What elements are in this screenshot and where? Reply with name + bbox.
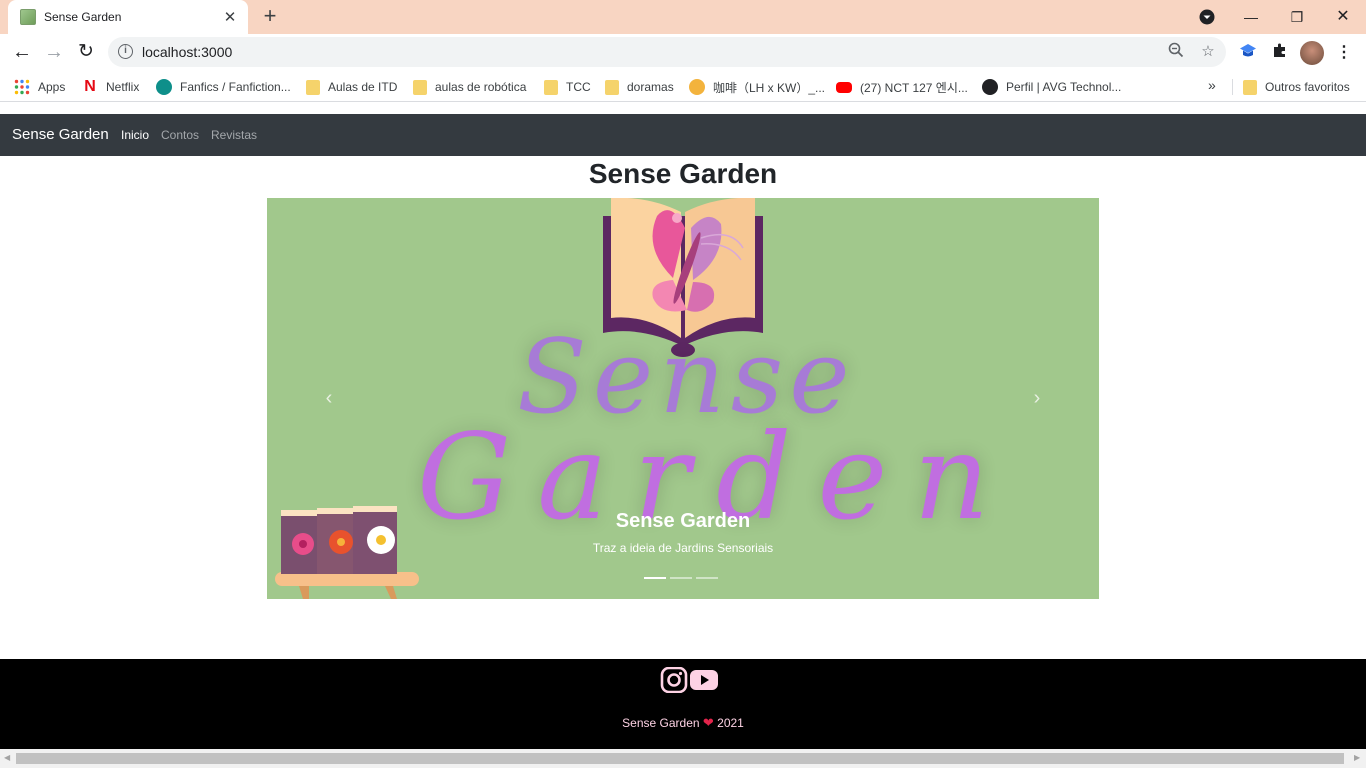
browser-menu-icon[interactable]: ⋮ bbox=[1333, 42, 1355, 64]
carousel-indicators bbox=[644, 577, 722, 581]
bookmark-label: Perfil | AVG Technol... bbox=[1006, 80, 1122, 94]
carousel-indicator-2[interactable] bbox=[670, 577, 692, 579]
bookmark-label: (27) NCT 127 엔시... bbox=[860, 80, 968, 95]
close-tab-icon[interactable]: ✕ bbox=[222, 8, 238, 26]
bookmark-label: Netflix bbox=[106, 80, 140, 94]
drop-icon bbox=[156, 79, 172, 95]
reload-button[interactable]: ↻ bbox=[72, 39, 100, 67]
minimize-button[interactable]: — bbox=[1238, 4, 1264, 30]
carousel-caption-text: Traz a ideia de Jardins Sensoriais bbox=[592, 541, 774, 555]
nav-link-inicio[interactable]: Inicio bbox=[121, 128, 149, 142]
bookmark-label: 咖啡（LH x KW）_... bbox=[713, 80, 826, 95]
bookmark-fanfic-story[interactable]: 咖啡（LH x KW）_... bbox=[689, 77, 825, 97]
bookmark-fanfics[interactable]: Fanfics / Fanfiction... bbox=[156, 77, 291, 97]
bookmark-folder-robotica[interactable]: aulas de robótica bbox=[413, 77, 526, 97]
bookmark-apps[interactable]: Apps bbox=[14, 77, 65, 97]
bookmarks-bar: Apps N Netflix Fanfics / Fanfiction... A… bbox=[0, 71, 1366, 102]
netflix-icon: N bbox=[82, 79, 98, 95]
browser-tab-strip: Sense Garden ✕ + — ❐ ✕ bbox=[0, 0, 1366, 34]
folder-icon bbox=[605, 79, 619, 95]
nav-link-revistas[interactable]: Revistas bbox=[211, 128, 257, 142]
bookmark-label: Apps bbox=[38, 80, 66, 94]
page-title: Sense Garden bbox=[588, 158, 778, 189]
bookmark-label: doramas bbox=[627, 80, 674, 94]
navbar-brand[interactable]: Sense Garden bbox=[12, 126, 109, 143]
folder-icon bbox=[1243, 79, 1257, 95]
url-text: localhost:3000 bbox=[142, 44, 233, 60]
footer-brand-text: Sense Garden bbox=[622, 716, 700, 730]
bookmark-youtube[interactable]: (27) NCT 127 엔시... bbox=[836, 77, 968, 97]
folder-icon bbox=[413, 79, 427, 95]
bookmark-folder-tcc[interactable]: TCC bbox=[544, 77, 591, 97]
instagram-icon[interactable] bbox=[660, 666, 688, 694]
apps-grid-icon bbox=[14, 79, 30, 95]
carousel-indicator-3[interactable] bbox=[696, 577, 718, 579]
new-tab-button[interactable]: + bbox=[258, 5, 282, 29]
bookmark-label: Aulas de ITD bbox=[328, 80, 398, 94]
scroll-right-icon[interactable]: ▶ bbox=[1354, 753, 1360, 762]
forward-button[interactable]: → bbox=[40, 39, 68, 67]
bookmark-netflix[interactable]: N Netflix bbox=[82, 77, 139, 97]
youtube-icon bbox=[836, 81, 852, 93]
nav-link-contos[interactable]: Contos bbox=[161, 128, 199, 142]
bee-icon bbox=[689, 79, 705, 95]
carousel-next-button[interactable]: › bbox=[1027, 386, 1047, 410]
browser-toolbar: ← → ↻ i localhost:3000 ☆ ⋮ bbox=[0, 34, 1366, 71]
bookmark-separator bbox=[1232, 79, 1233, 95]
folder-icon bbox=[306, 79, 320, 95]
footer-credit: Sense Garden ❤ 2021 bbox=[0, 715, 1366, 731]
tab-search-button[interactable] bbox=[1196, 4, 1218, 30]
carousel-prev-button[interactable]: ‹ bbox=[319, 386, 339, 410]
extensions-puzzle-icon[interactable] bbox=[1269, 42, 1291, 64]
profile-avatar[interactable] bbox=[1300, 41, 1324, 65]
scroll-left-icon[interactable]: ◀ bbox=[4, 753, 10, 762]
footer-year-text: 2021 bbox=[717, 716, 744, 730]
bookmark-label: aulas de robótica bbox=[435, 80, 527, 94]
chevron-down-circle-icon bbox=[1199, 9, 1215, 25]
youtube-icon[interactable] bbox=[690, 667, 718, 693]
carousel-caption-title: Sense Garden bbox=[615, 510, 751, 532]
horizontal-scrollbar[interactable]: ◀ ▶ bbox=[0, 749, 1366, 768]
tab-title: Sense Garden bbox=[44, 10, 122, 24]
zoom-icon[interactable] bbox=[1166, 42, 1186, 62]
folder-icon bbox=[544, 79, 558, 95]
scrollbar-thumb[interactable] bbox=[16, 753, 1344, 764]
extension-cap-icon[interactable] bbox=[1237, 42, 1259, 64]
restore-button[interactable]: ❐ bbox=[1284, 4, 1310, 30]
site-footer: Sense Garden ❤ 2021 bbox=[0, 659, 1366, 749]
close-window-button[interactable]: ✕ bbox=[1330, 4, 1356, 30]
carousel: Sense Garden ‹ › Sense Garden Traz a ide… bbox=[267, 198, 1099, 599]
bookmark-star-icon[interactable]: ☆ bbox=[1198, 42, 1218, 62]
bookmark-avg[interactable]: Perfil | AVG Technol... bbox=[982, 77, 1121, 97]
globe-icon bbox=[982, 79, 998, 95]
address-bar[interactable]: i localhost:3000 ☆ bbox=[108, 37, 1226, 67]
bookmark-folder-doramas[interactable]: doramas bbox=[605, 77, 674, 97]
more-bookmarks-button[interactable]: » bbox=[1208, 77, 1216, 93]
carousel-indicator-1[interactable] bbox=[644, 577, 666, 579]
bookmark-label: TCC bbox=[566, 80, 591, 94]
site-info-icon[interactable]: i bbox=[118, 44, 133, 59]
site-navbar: Sense Garden Inicio Contos Revistas bbox=[0, 114, 1366, 156]
bookmark-folder-itd[interactable]: Aulas de ITD bbox=[306, 77, 397, 97]
bookmark-other-favorites[interactable]: Outros favoritos bbox=[1243, 77, 1350, 97]
bookmark-label: Outros favoritos bbox=[1265, 80, 1350, 94]
heart-icon: ❤ bbox=[702, 715, 714, 730]
bookmark-label: Fanfics / Fanfiction... bbox=[180, 80, 291, 94]
back-button[interactable]: ← bbox=[8, 39, 36, 67]
browser-tab[interactable]: Sense Garden ✕ bbox=[8, 0, 248, 34]
site-favicon-icon bbox=[20, 9, 36, 25]
